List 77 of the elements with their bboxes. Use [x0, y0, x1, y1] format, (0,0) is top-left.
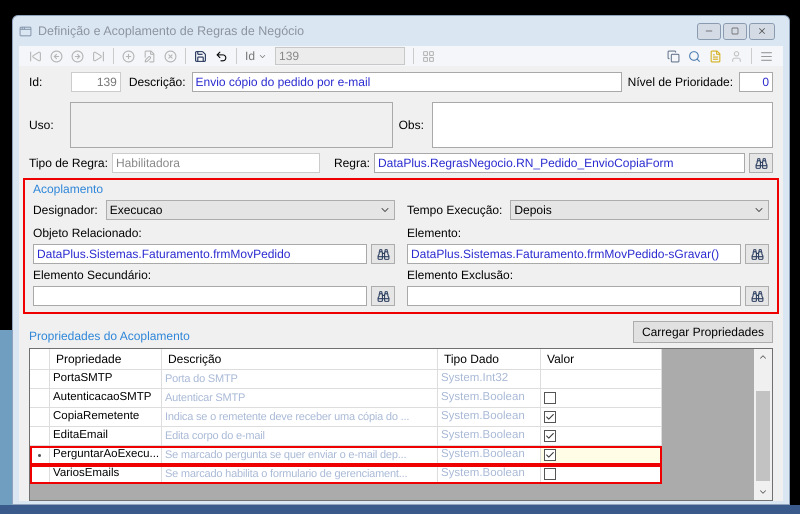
windows-icon[interactable]	[667, 50, 680, 62]
rule-field[interactable]: DataPlus.RegrasNegocio.RN_Pedido_EnvioCopiaForm	[374, 153, 745, 173]
binoculars-icon	[376, 248, 390, 260]
window-title: Definição e Acoplamento de Regras de Negócio	[38, 22, 306, 40]
checkbox[interactable]	[544, 392, 556, 404]
load-properties-button[interactable]: Carregar Propriedades	[632, 321, 773, 343]
search-button[interactable]	[371, 244, 395, 264]
execution-time-dropdown[interactable]: Depois	[510, 200, 769, 220]
priority-field[interactable]: 0	[739, 72, 774, 92]
field-label: Tempo Execução:	[407, 202, 502, 219]
field-label: Uso:	[29, 116, 55, 134]
field-label: Regra:	[334, 155, 370, 172]
maximize-icon	[731, 27, 739, 35]
element-field[interactable]: DataPlus.Sistemas.Faturamento.frmMovPedido-sGravar()	[407, 244, 741, 264]
binoculars-icon	[750, 290, 764, 302]
binoculars-icon	[754, 156, 768, 170]
id-field[interactable]: 139	[70, 72, 121, 92]
description-field[interactable]: Envio cópio do pedido por e-mail	[192, 72, 622, 92]
menu-icon[interactable]	[760, 50, 773, 62]
field-label: Descrição:	[128, 74, 186, 91]
delete-icon[interactable]	[164, 50, 177, 62]
table-cell[interactable]	[541, 370, 662, 389]
field-label: Objeto Relacionado:	[33, 225, 143, 242]
id-dropdown[interactable]: Id	[245, 47, 268, 65]
checkbox[interactable]	[544, 430, 556, 442]
user-icon[interactable]	[730, 50, 743, 62]
last-record-icon[interactable]	[92, 50, 105, 62]
related-object-field[interactable]: DataPlus.Sistemas.Faturamento.frmMovPedido	[33, 244, 367, 264]
field-label: Elemento Secundário:	[33, 267, 152, 284]
first-record-icon[interactable]	[29, 50, 42, 62]
search-button[interactable]	[371, 286, 395, 306]
secondary-element-field[interactable]	[33, 286, 367, 306]
field-label: Elemento:	[407, 225, 462, 242]
undo-icon[interactable]	[215, 50, 228, 62]
table-cell: VariosEmails	[50, 465, 162, 484]
close-button[interactable]	[749, 22, 775, 40]
checkbox[interactable]	[544, 411, 556, 423]
save-icon[interactable]	[194, 50, 207, 62]
search-button[interactable]	[749, 153, 773, 173]
document-icon[interactable]	[709, 50, 722, 62]
maximize-button[interactable]	[723, 22, 747, 40]
field-label: Id:	[29, 74, 44, 91]
usage-field[interactable]	[70, 102, 393, 148]
app-icon	[19, 24, 32, 38]
add-icon[interactable]	[122, 50, 135, 62]
field-label: Elemento Exclusão:	[407, 267, 514, 284]
grid-icon[interactable]	[422, 50, 436, 62]
next-icon[interactable]	[71, 50, 84, 62]
notes-field[interactable]	[432, 102, 773, 148]
current-row-icon	[38, 454, 41, 456]
rule-type-field[interactable]: Habilitadora	[112, 153, 320, 173]
scrollbar-thumb[interactable]	[756, 391, 770, 481]
close-icon	[757, 26, 767, 36]
search-button[interactable]	[745, 286, 769, 306]
table-cell: Se marcado habilita o formulario de gerenciament...	[162, 465, 438, 484]
section-title: Acoplamento	[33, 181, 104, 198]
section-title: Propriedades do Acoplamento	[29, 328, 190, 345]
checkbox[interactable]	[544, 468, 556, 480]
exclusion-element-field[interactable]	[407, 286, 741, 306]
table-cell[interactable]	[541, 446, 662, 465]
field-label: Nível de Prioridade:	[628, 74, 734, 91]
checkbox[interactable]	[544, 449, 556, 461]
table-cell[interactable]	[541, 408, 662, 427]
previous-icon[interactable]	[50, 50, 63, 62]
field-label: Tipo de Regra:	[29, 155, 108, 172]
scrollbar[interactable]	[754, 349, 772, 500]
search-icon[interactable]	[688, 50, 701, 62]
minimize-button[interactable]	[697, 22, 721, 40]
search-button[interactable]	[745, 244, 769, 264]
field-label: Designador:	[33, 202, 98, 219]
table-cell[interactable]	[541, 427, 662, 446]
binoculars-icon	[376, 290, 390, 302]
edit-icon[interactable]	[143, 50, 156, 62]
designator-dropdown[interactable]: Execucao	[106, 200, 395, 220]
table-cell[interactable]	[541, 389, 662, 408]
field-label: Obs:	[398, 116, 425, 134]
binoculars-icon	[750, 248, 764, 260]
